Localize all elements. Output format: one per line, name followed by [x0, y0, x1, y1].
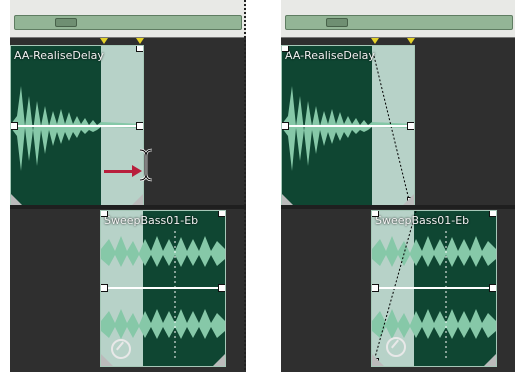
- marker-in-icon[interactable]: [371, 38, 379, 44]
- track-separator: [281, 205, 515, 209]
- marker-in-icon[interactable]: [100, 38, 108, 44]
- fade-in-icon[interactable]: [101, 354, 113, 366]
- clip-corner-handle[interactable]: [101, 211, 108, 217]
- track-separator: [10, 205, 246, 209]
- timeline-ruler: [281, 0, 515, 44]
- envelope-handle[interactable]: [218, 284, 225, 292]
- volume-envelope[interactable]: [11, 125, 143, 127]
- arrow-shaft: [104, 170, 134, 173]
- clip-name-bottom: SweepBass01-Eb: [104, 214, 199, 227]
- ibeam-cursor-icon: [139, 148, 153, 182]
- clip-corner-handle[interactable]: [489, 211, 496, 217]
- waveform-path-left: [101, 236, 225, 267]
- envelope-handle[interactable]: [136, 122, 143, 130]
- clip-name-top: AA-RealiseDelay: [14, 49, 104, 62]
- waveform-path: [282, 86, 414, 171]
- ruler-baseline: [281, 37, 515, 38]
- horizontal-scrollbar[interactable]: [285, 15, 513, 30]
- clip-corner-handle[interactable]: [136, 46, 143, 52]
- panel-edge: [244, 0, 246, 372]
- timeline-ruler: [10, 0, 246, 44]
- envelope-handle[interactable]: [407, 122, 414, 130]
- envelope-handle[interactable]: [489, 284, 496, 292]
- volume-envelope[interactable]: [282, 125, 414, 127]
- fade-in-icon[interactable]: [372, 354, 384, 366]
- horizontal-scrollbar[interactable]: [14, 15, 242, 30]
- envelope-handle[interactable]: [101, 284, 108, 292]
- scroll-thumb[interactable]: [55, 18, 77, 27]
- envelope-handle[interactable]: [282, 122, 289, 130]
- ruler-baseline: [10, 37, 246, 38]
- timestretch-icon[interactable]: [111, 339, 131, 359]
- audio-clip-bottom[interactable]: SweepBass01-Eb: [371, 210, 497, 367]
- clip-corner-handle[interactable]: [282, 46, 289, 52]
- audio-clip-top[interactable]: AA-RealiseDelay: [281, 45, 415, 207]
- marker-out-icon[interactable]: [136, 38, 144, 44]
- envelope-handle[interactable]: [11, 122, 18, 130]
- waveform-path-right: [101, 309, 225, 339]
- fade-out-icon[interactable]: [213, 354, 225, 366]
- marker-out-icon[interactable]: [407, 38, 415, 44]
- timestretch-icon[interactable]: [386, 337, 406, 357]
- audio-clip-bottom[interactable]: SweepBass01-Eb: [100, 210, 226, 367]
- waveform-path-left: [372, 236, 496, 267]
- volume-envelope[interactable]: [101, 287, 225, 289]
- audio-clip-top[interactable]: AA-RealiseDelay: [10, 45, 144, 207]
- clip-name-bottom: SweepBass01-Eb: [375, 214, 470, 227]
- envelope-handle[interactable]: [372, 284, 379, 292]
- timeline-panel-before: AA-RealiseDelay SweepBass01-Eb: [10, 0, 246, 372]
- volume-envelope[interactable]: [372, 287, 496, 289]
- waveform-path-right: [372, 309, 496, 339]
- clip-name-top: AA-RealiseDelay: [285, 49, 375, 62]
- clip-corner-handle[interactable]: [372, 211, 379, 217]
- waveform-path: [11, 86, 143, 171]
- scroll-thumb[interactable]: [326, 18, 348, 27]
- timeline-panel-after: AA-RealiseDelay SweepBass01-Eb: [281, 0, 515, 372]
- clip-corner-handle[interactable]: [218, 211, 225, 217]
- fade-out-icon[interactable]: [484, 354, 496, 366]
